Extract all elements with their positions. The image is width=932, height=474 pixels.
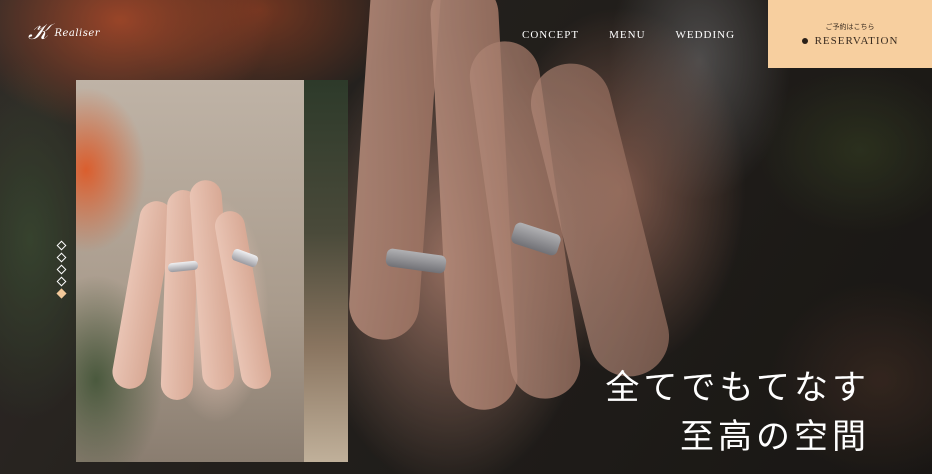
logo-text: Realiser <box>54 27 101 39</box>
nav-concept[interactable]: CONCEPT <box>522 29 579 41</box>
slide-dot-1[interactable] <box>56 240 67 251</box>
nav-menu[interactable]: MENU <box>609 29 645 41</box>
slide-dot-4[interactable] <box>56 276 67 287</box>
hero-headline: 全てでもてなす 至高の空間 <box>605 364 870 462</box>
slider-pagination <box>56 240 67 299</box>
slide-dot-3[interactable] <box>56 264 67 275</box>
hero-headline-line2: 至高の空間 <box>680 417 870 457</box>
bullet-icon <box>801 37 808 44</box>
inset-photo <box>76 80 304 462</box>
hero-headline-line1: 全てでもてなす <box>605 368 870 408</box>
main-nav: CONCEPT MENU WEDDING <box>522 29 735 41</box>
reservation-sublabel: ご予約はこちら <box>825 22 875 31</box>
reservation-label: RESERVATION <box>814 34 899 47</box>
inset-photo-strip <box>304 80 348 462</box>
site-logo[interactable]: 𝒦 Realiser <box>28 22 100 44</box>
nav-wedding[interactable]: WEDDING <box>676 29 736 41</box>
reservation-button[interactable]: ご予約はこちら RESERVATION <box>768 0 932 68</box>
slide-dot-5[interactable] <box>56 288 67 299</box>
monogram-icon: 𝒦 <box>28 20 49 45</box>
slide-dot-2[interactable] <box>56 252 67 263</box>
